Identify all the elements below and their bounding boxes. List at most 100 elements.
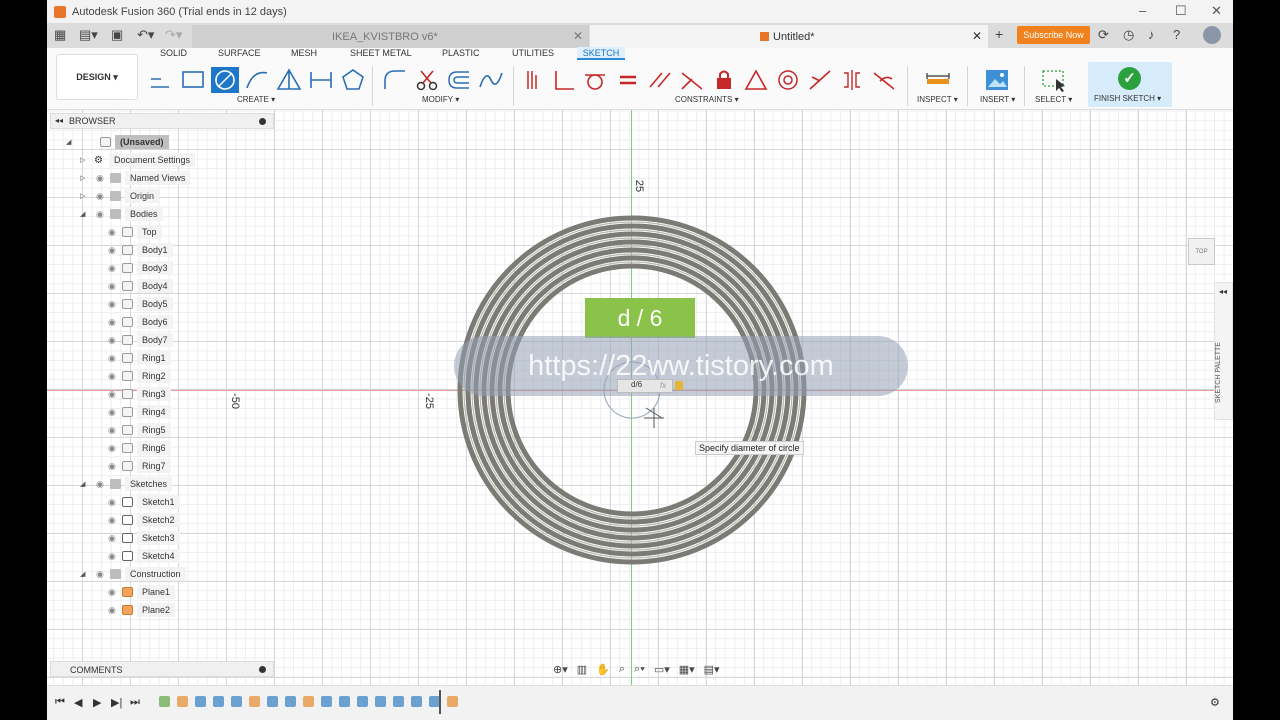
comments-panel[interactable]: COMMENTS bbox=[50, 661, 274, 677]
tab-surface[interactable]: SURFACE bbox=[218, 48, 261, 58]
timeline-feature-icon[interactable] bbox=[159, 696, 170, 707]
new-tab-button[interactable]: + bbox=[995, 26, 1003, 42]
visibility-eye-icon[interactable]: ◉ bbox=[108, 371, 116, 382]
step-forward-icon[interactable]: ▶| bbox=[111, 696, 122, 709]
subscribe-now-button[interactable]: Subscribe Now bbox=[1017, 26, 1090, 44]
collapse-arrow-icon[interactable]: ◢ bbox=[80, 480, 85, 488]
collinear-constraint-icon[interactable] bbox=[806, 67, 834, 93]
expand-arrow-icon[interactable]: ▷ bbox=[80, 174, 85, 182]
timeline-feature-icon[interactable] bbox=[357, 696, 368, 707]
browser-item-sketch1[interactable]: Sketch1 bbox=[106, 494, 180, 510]
visibility-eye-icon[interactable]: ◉ bbox=[108, 407, 116, 418]
undo-icon[interactable]: ↶▾ bbox=[137, 27, 154, 43]
file-menu-icon[interactable]: ▤▾ bbox=[79, 27, 98, 43]
timeline-feature-icon[interactable] bbox=[375, 696, 386, 707]
finish-sketch-button[interactable]: ✓ FINISH SKETCH ▾ bbox=[1088, 62, 1172, 107]
visibility-eye-icon[interactable]: ◉ bbox=[108, 515, 116, 526]
tab-mesh[interactable]: MESH bbox=[291, 48, 317, 58]
create-menu[interactable]: CREATE ▾ bbox=[237, 95, 275, 104]
constraints-menu[interactable]: CONSTRAINTS ▾ bbox=[675, 95, 739, 104]
visibility-eye-icon[interactable]: ◉ bbox=[108, 263, 116, 274]
browser-item-sketch3[interactable]: Sketch3 bbox=[106, 530, 180, 546]
tab-solid[interactable]: SOLID bbox=[160, 48, 187, 58]
timeline-feature-icon[interactable] bbox=[393, 696, 404, 707]
display-settings-icon[interactable]: ▭▾ bbox=[654, 663, 670, 676]
visibility-eye-icon[interactable]: ◉ bbox=[108, 533, 116, 544]
collapse-arrow-icon[interactable]: ◢ bbox=[80, 210, 85, 218]
notifications-bell-icon[interactable]: ♪ bbox=[1148, 27, 1155, 42]
visibility-eye-icon[interactable]: ◉ bbox=[108, 353, 116, 364]
collapse-browser-icon[interactable]: ◂◂ bbox=[55, 116, 63, 125]
play-icon[interactable]: ▶ bbox=[93, 696, 101, 709]
timeline-feature-icon[interactable] bbox=[195, 696, 206, 707]
timeline-feature-icon[interactable] bbox=[411, 696, 422, 707]
pan-hand-icon[interactable]: ✋ bbox=[596, 663, 610, 676]
line-tool-icon[interactable] bbox=[147, 67, 175, 93]
tab-sketch[interactable]: SKETCH bbox=[577, 47, 625, 60]
browser-item-sketches[interactable]: Sketches bbox=[94, 476, 173, 492]
user-avatar[interactable] bbox=[1203, 26, 1221, 44]
visibility-eye-icon[interactable]: ◉ bbox=[108, 389, 116, 400]
visibility-eye-icon[interactable]: ◉ bbox=[108, 335, 116, 346]
arc-tool-icon[interactable] bbox=[243, 67, 271, 93]
visibility-eye-icon[interactable]: ◉ bbox=[96, 479, 104, 490]
visibility-eye-icon[interactable]: ◉ bbox=[108, 317, 116, 328]
apps-grid-icon[interactable]: ▦ bbox=[54, 27, 66, 43]
tab-close-icon[interactable]: ✕ bbox=[972, 29, 982, 43]
slot-tool-icon[interactable] bbox=[307, 67, 335, 93]
timeline-feature-icon[interactable] bbox=[231, 696, 242, 707]
viewports-icon[interactable]: ▤▾ bbox=[704, 663, 720, 676]
tab-ikea-kvistbro[interactable]: IKEA_KVISTBRO v6* ✕ bbox=[192, 25, 589, 48]
diameter-input[interactable]: d/6 fx bbox=[617, 379, 673, 393]
save-icon[interactable]: ▣ bbox=[111, 27, 123, 43]
zoom-icon[interactable]: ⌕ bbox=[619, 663, 625, 676]
visibility-eye-icon[interactable]: ◉ bbox=[96, 209, 104, 220]
visibility-eye-icon[interactable]: ◉ bbox=[96, 569, 104, 580]
measure-ruler-icon[interactable] bbox=[924, 67, 952, 93]
timeline-feature-icon[interactable] bbox=[177, 696, 188, 707]
parallel-constraint-icon[interactable] bbox=[646, 67, 674, 93]
visibility-eye-icon[interactable]: ◉ bbox=[108, 551, 116, 562]
triangle-constraint-icon[interactable] bbox=[742, 67, 770, 93]
visibility-eye-icon[interactable]: ◉ bbox=[108, 281, 116, 292]
concentric-constraint-icon[interactable] bbox=[774, 67, 802, 93]
visibility-eye-icon[interactable]: ◉ bbox=[108, 425, 116, 436]
tab-untitled[interactable]: Untitled* ✕ bbox=[590, 25, 988, 48]
visibility-eye-icon[interactable]: ◉ bbox=[108, 587, 116, 598]
fit-zoom-icon[interactable]: ⌕▾ bbox=[634, 663, 645, 676]
visibility-eye-icon[interactable]: ◉ bbox=[96, 191, 104, 202]
browser-item-named-views[interactable]: Named Views bbox=[94, 170, 191, 186]
browser-item-construction[interactable]: Construction bbox=[94, 566, 186, 582]
view-cube[interactable]: TOP bbox=[1188, 238, 1215, 265]
redo-icon[interactable]: ↷▾ bbox=[165, 27, 182, 43]
tab-plastic[interactable]: PLASTIC bbox=[442, 48, 480, 58]
job-status-icon[interactable]: ◷ bbox=[1123, 27, 1134, 43]
tab-utilities[interactable]: UTILITIES bbox=[512, 48, 554, 58]
select-menu[interactable]: SELECT ▾ bbox=[1035, 95, 1072, 104]
browser-root-unsaved[interactable]: (Unsaved) bbox=[64, 134, 169, 150]
circle-tool-icon[interactable] bbox=[211, 67, 239, 93]
perpendicular-constraint-icon[interactable] bbox=[550, 67, 578, 93]
browser-item-sketch2[interactable]: Sketch2 bbox=[106, 512, 180, 528]
tangent-constraint-icon[interactable] bbox=[581, 67, 609, 93]
timeline-feature-icon[interactable] bbox=[249, 696, 260, 707]
browser-header[interactable]: ◂◂ BROWSER bbox=[50, 113, 274, 129]
timeline-feature-icon[interactable] bbox=[303, 696, 314, 707]
coincident-constraint-icon[interactable] bbox=[520, 67, 548, 93]
fx-icon[interactable]: fx bbox=[660, 381, 666, 390]
visibility-eye-icon[interactable]: ◉ bbox=[108, 245, 116, 256]
visibility-eye-icon[interactable]: ◉ bbox=[108, 605, 116, 616]
visibility-eye-icon[interactable]: ◉ bbox=[108, 461, 116, 472]
browser-item-document-settings[interactable]: ⚙ Document Settings bbox=[94, 152, 196, 168]
expand-palette-icon[interactable]: ◂◂ bbox=[1219, 287, 1227, 296]
browser-item-sketch4[interactable]: Sketch4 bbox=[106, 548, 180, 564]
browser-pin-icon[interactable] bbox=[259, 118, 266, 125]
step-back-icon[interactable]: ◀ bbox=[74, 696, 82, 709]
trim-scissors-icon[interactable] bbox=[413, 67, 441, 93]
minimize-button[interactable]: – bbox=[1139, 3, 1146, 18]
rectangle-tool-icon[interactable] bbox=[179, 67, 207, 93]
close-window-button[interactable]: ✕ bbox=[1211, 3, 1222, 19]
equal-constraint-icon[interactable] bbox=[614, 67, 642, 93]
modify-menu[interactable]: MODIFY ▾ bbox=[422, 95, 459, 104]
inspect-menu[interactable]: INSPECT ▾ bbox=[917, 95, 958, 104]
